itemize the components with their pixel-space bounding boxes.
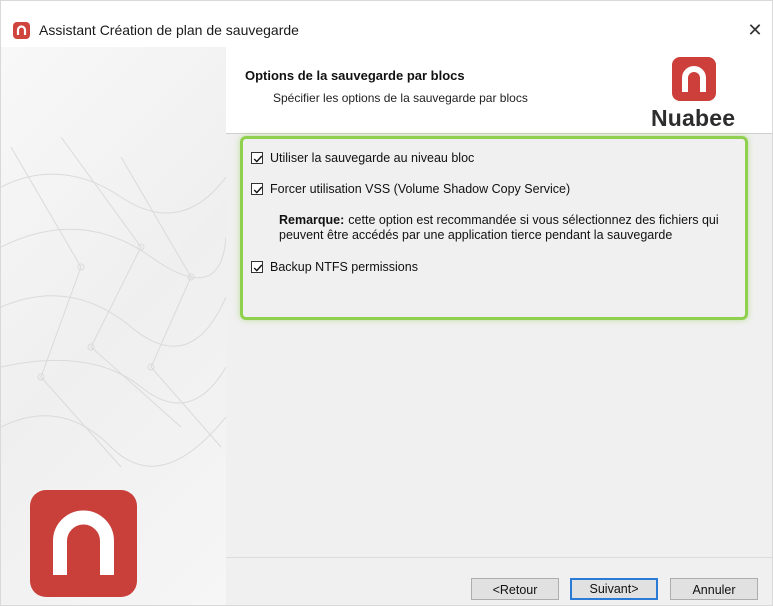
window-title: Assistant Création de plan de sauvegarde [39,22,299,38]
option-label: Forcer utilisation VSS (Volume Shadow Co… [270,182,571,196]
back-button[interactable]: <Retour [471,578,559,600]
nuabee-large-logo-icon [30,490,137,597]
title-bar: Assistant Création de plan de sauvegarde… [1,1,772,47]
nuabee-logo-icon [672,57,716,101]
brand-logo: Nuabee [651,57,751,131]
checkbox-ntfs-permissions[interactable] [251,261,263,273]
wizard-content: Utiliser la sauvegarde au niveau bloc Fo… [226,134,772,605]
check-icon [253,155,263,163]
note-text: cette option est recommandée si vous sél… [279,213,719,242]
left-decorative-panel [1,47,226,605]
options-group: Utiliser la sauvegarde au niveau bloc Fo… [240,136,748,320]
checkbox-force-vss[interactable] [251,183,263,195]
checkbox-use-block-level[interactable] [251,152,263,164]
vss-note: Remarque: cette option est recommandée si… [279,213,739,243]
brand-name: Nuabee [651,105,736,131]
check-icon [253,264,263,272]
option-ntfs-permissions[interactable]: Backup NTFS permissions [251,260,418,274]
cancel-button[interactable]: Annuler [670,578,758,600]
check-icon [253,186,263,194]
next-button[interactable]: Suivant> [570,578,658,600]
button-separator [226,557,772,558]
wizard-header: Options de la sauvegarde par blocs Spéci… [226,47,772,134]
option-label: Backup NTFS permissions [270,260,418,274]
page-subtitle: Spécifier les options de la sauvegarde p… [273,91,528,105]
app-logo-icon [13,22,30,39]
option-force-vss[interactable]: Forcer utilisation VSS (Volume Shadow Co… [251,182,570,196]
option-label: Utiliser la sauvegarde au niveau bloc [270,151,475,165]
close-icon[interactable]: ✕ [744,19,766,41]
option-use-block-level[interactable]: Utiliser la sauvegarde au niveau bloc [251,151,474,165]
note-label: Remarque: [279,213,345,227]
wizard-window: Assistant Création de plan de sauvegarde… [0,0,773,606]
page-title: Options de la sauvegarde par blocs [245,68,465,83]
